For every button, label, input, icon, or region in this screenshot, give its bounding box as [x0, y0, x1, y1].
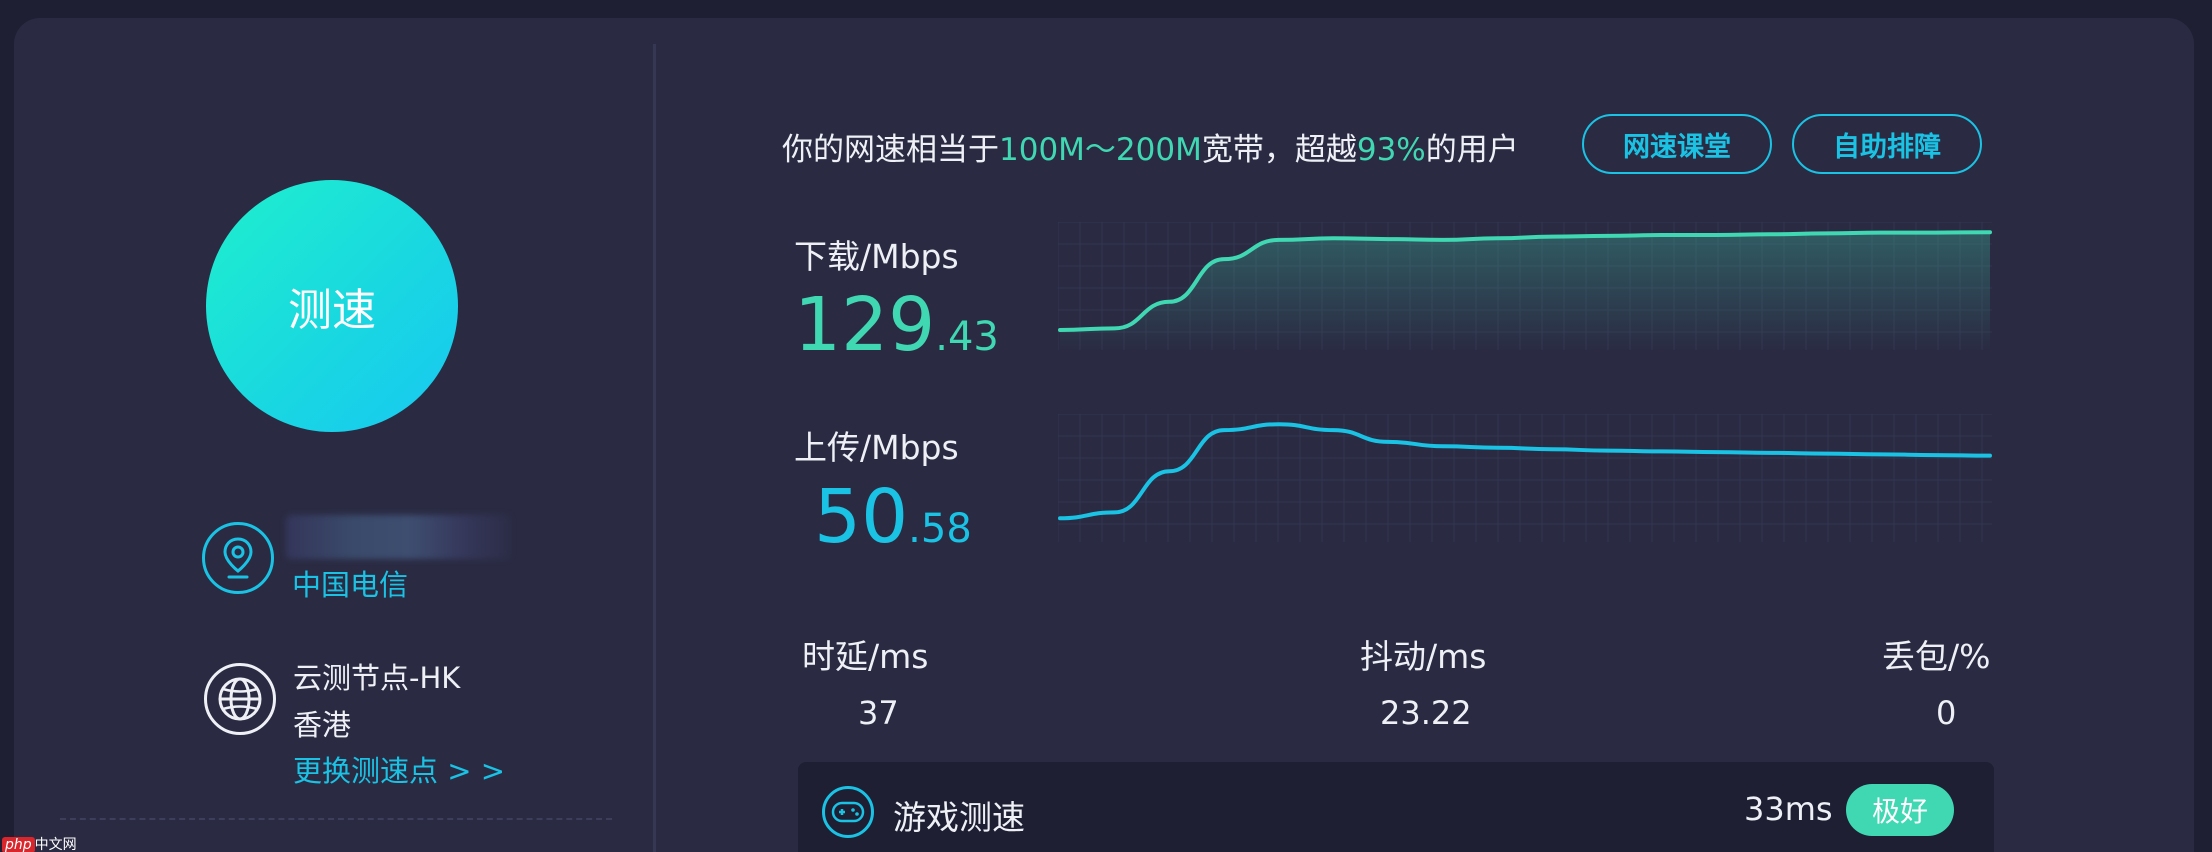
summary-bandwidth: 100M～200M	[999, 132, 1202, 168]
latency-label: 时延/ms	[802, 637, 929, 676]
upload-label: 上传/Mbps	[794, 428, 959, 467]
upload-value-int: 50	[814, 474, 909, 560]
test-node-name: 云测节点-HK	[293, 661, 461, 695]
jitter-label: 抖动/ms	[1360, 637, 1487, 676]
upload-value: 50.58	[814, 474, 972, 560]
series-area	[1060, 232, 1990, 350]
location-pin-icon	[202, 522, 274, 594]
game-ping-value: 33ms	[1744, 790, 1833, 828]
self-help-button[interactable]: 自助排障	[1792, 114, 1982, 174]
latency-value: 37	[858, 694, 899, 732]
gamepad-icon	[822, 786, 874, 838]
summary-percent: 93%	[1356, 132, 1426, 168]
download-value-int: 129	[794, 282, 936, 368]
download-value: 129.43	[794, 282, 999, 368]
game-rating-badge: 极好	[1846, 784, 1954, 836]
watermark: php 中文网	[2, 834, 77, 852]
watermark-site: 中文网	[34, 837, 77, 852]
summary-middle: 宽带，超越	[1201, 132, 1357, 168]
download-chart	[1058, 222, 1992, 350]
watermark-brand: php	[2, 837, 35, 852]
packet-loss-value: 0	[1936, 694, 1957, 732]
vertical-divider	[653, 44, 656, 852]
test-node-city: 香港	[293, 708, 352, 742]
isp-name: 中国电信	[292, 568, 409, 602]
summary-prefix: 你的网速相当于	[782, 132, 999, 168]
summary-suffix: 的用户	[1425, 132, 1519, 168]
packet-loss-label: 丢包/%	[1882, 637, 1991, 676]
speed-test-button[interactable]: 测速	[206, 180, 458, 432]
blurred-ip-address	[286, 515, 510, 559]
globe-icon	[204, 663, 276, 735]
upload-value-dec: .58	[908, 506, 972, 552]
change-node-link[interactable]: 更换测速点 > >	[293, 748, 505, 790]
jitter-value: 23.22	[1380, 694, 1472, 732]
dashed-divider	[60, 818, 612, 820]
network-class-button[interactable]: 网速课堂	[1582, 114, 1772, 174]
upload-chart	[1058, 414, 1992, 542]
speed-summary: 你的网速相当于100M～200M宽带，超越93%的用户	[782, 124, 1519, 169]
download-value-dec: .43	[935, 314, 999, 360]
download-label: 下载/Mbps	[794, 237, 959, 276]
game-speed-label: 游戏测速	[893, 798, 1025, 837]
